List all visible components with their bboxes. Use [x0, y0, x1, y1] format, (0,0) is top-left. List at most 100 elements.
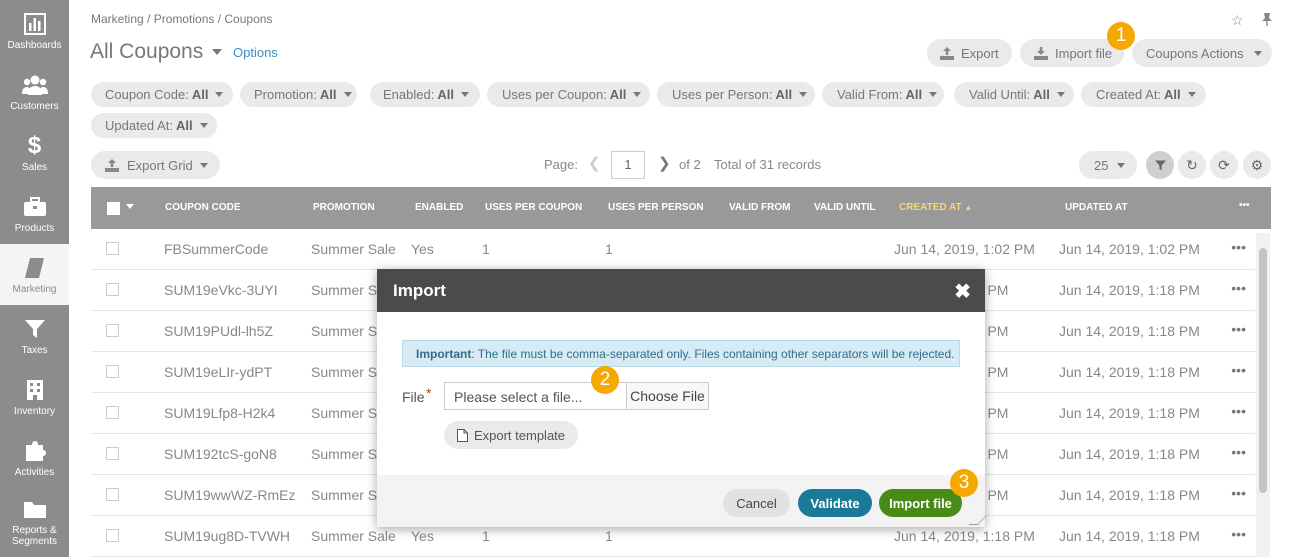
cell-promotion: Summer Sa	[311, 446, 385, 462]
settings-gear-icon[interactable]: ⚙	[1243, 151, 1271, 179]
sidebar-item-label: Sales	[21, 162, 47, 173]
validate-button[interactable]: Validate	[798, 489, 872, 517]
filter-coupon-code[interactable]: Coupon Code: All	[91, 82, 233, 107]
row-actions-icon[interactable]: •••	[1231, 239, 1246, 255]
filter-promotion[interactable]: Promotion: All	[240, 82, 357, 107]
page-label: Page:	[544, 157, 578, 172]
bar-chart-icon	[0, 12, 69, 36]
row-checkbox[interactable]	[106, 283, 119, 296]
export-grid-button[interactable]: Export Grid	[91, 151, 220, 179]
row-checkbox[interactable]	[106, 529, 119, 542]
cell-uses-per-person: 1	[605, 528, 613, 544]
sidebar-item-label: Marketing	[12, 284, 57, 295]
export-template-button[interactable]: Export template	[444, 421, 578, 449]
select-all-checkbox[interactable]	[107, 202, 120, 215]
import-file-button[interactable]: Import file	[879, 489, 962, 517]
sidebar-item-dashboards[interactable]: Dashboards	[0, 0, 69, 61]
column-header-uses-per-person[interactable]: USES PER PERSON	[608, 202, 704, 213]
filter-valid-until[interactable]: Valid Until: All	[954, 82, 1074, 107]
column-header-valid-from[interactable]: VALID FROM	[729, 202, 790, 213]
filter-valid-from[interactable]: Valid From: All	[822, 82, 944, 107]
filter-icon	[0, 317, 69, 341]
file-label: File	[402, 389, 425, 405]
chevron-down-icon	[799, 92, 808, 97]
sidebar-item-taxes[interactable]: Taxes	[0, 305, 69, 366]
column-header-updated-at[interactable]: UPDATED AT	[1065, 202, 1128, 213]
import-dialog: Import ✖ Important: The file must be com…	[377, 269, 987, 527]
per-page-select[interactable]: 25	[1079, 151, 1137, 179]
column-header-created-at[interactable]: CREATED AT ▲	[899, 202, 972, 213]
sidebar-item-reports[interactable]: Reports & Segments	[0, 488, 69, 549]
filter-uses-per-person[interactable]: Uses per Person: All	[657, 82, 815, 107]
row-checkbox[interactable]	[106, 488, 119, 501]
cell-promotion: Summer Sa	[311, 282, 385, 298]
row-actions-icon[interactable]: •••	[1231, 403, 1246, 419]
row-actions-icon[interactable]: •••	[1231, 362, 1246, 378]
coupons-actions-dropdown[interactable]: Coupons Actions	[1132, 39, 1272, 67]
upload-icon	[940, 46, 954, 60]
sidebar-item-label: Customers	[10, 101, 59, 112]
filter-updated-at[interactable]: Updated At: All	[91, 113, 217, 138]
building-icon	[0, 378, 69, 402]
column-header-uses-per-coupon[interactable]: USES PER COUPON	[485, 202, 582, 213]
cell-updated-at: Jun 14, 2019, 1:18 PM	[1059, 528, 1200, 544]
pin-icon[interactable]	[1261, 12, 1273, 29]
dollar-icon: $	[27, 132, 42, 159]
choose-file-button[interactable]: Choose File	[626, 382, 709, 410]
page-count: of 2	[679, 157, 701, 172]
star-icon[interactable]: ☆	[1231, 12, 1244, 29]
row-actions-icon[interactable]: •••	[1231, 526, 1246, 542]
column-header-valid-until[interactable]: VALID UNTIL	[814, 202, 875, 213]
filter-enabled[interactable]: Enabled: All	[370, 82, 480, 107]
row-actions-icon[interactable]: •••	[1231, 321, 1246, 337]
cancel-button[interactable]: Cancel	[723, 489, 790, 517]
sidebar-item-label: Reports & Segments	[11, 525, 58, 547]
column-header-promotion[interactable]: PROMOTION	[313, 202, 375, 213]
row-checkbox[interactable]	[106, 242, 119, 255]
export-button[interactable]: Export	[927, 39, 1012, 67]
cell-coupon-code: FBSummerCode	[164, 241, 269, 257]
refresh-icon[interactable]: ⟳	[1210, 151, 1238, 179]
cell-created-at: Jun 14, 2019, 1:02 PM	[894, 241, 1035, 257]
row-actions-icon[interactable]: •••	[1231, 444, 1246, 460]
prev-page-icon[interactable]: ❮	[588, 154, 601, 172]
required-mark: *	[426, 385, 432, 401]
sidebar-item-products[interactable]: Products	[0, 183, 69, 244]
options-link[interactable]: Options	[233, 45, 278, 60]
dialog-title: Import	[393, 281, 446, 300]
cell-updated-at: Jun 14, 2019, 1:18 PM	[1059, 282, 1200, 298]
chevron-down-icon[interactable]	[212, 49, 222, 55]
chevron-down-icon	[1056, 92, 1065, 97]
sidebar-item-customers[interactable]: Customers	[0, 61, 69, 122]
table-row[interactable]: FBSummerCode Summer Sale Yes 1 1 Jun 14,…	[91, 229, 1255, 270]
filter-toggle-icon[interactable]	[1146, 151, 1174, 179]
column-header-enabled[interactable]: ENABLED	[415, 202, 463, 213]
row-checkbox[interactable]	[106, 365, 119, 378]
column-menu-icon[interactable]: •••	[1239, 200, 1250, 211]
chevron-down-icon[interactable]	[126, 204, 134, 209]
sidebar-item-marketing[interactable]: Marketing	[0, 244, 69, 305]
breadcrumb[interactable]: Marketing / Promotions / Coupons	[91, 12, 272, 26]
filter-uses-per-coupon[interactable]: Uses per Coupon: All	[487, 82, 650, 107]
cell-enabled: Yes	[411, 528, 434, 544]
sidebar-item-sales[interactable]: $ Sales	[0, 122, 69, 183]
row-checkbox[interactable]	[106, 447, 119, 460]
close-icon[interactable]: ✖	[954, 279, 971, 304]
row-actions-icon[interactable]: •••	[1231, 485, 1246, 501]
column-header-coupon-code[interactable]: COUPON CODE	[165, 202, 241, 213]
row-actions-icon[interactable]: •••	[1231, 280, 1246, 296]
row-checkbox[interactable]	[106, 406, 119, 419]
cell-updated-at: Jun 14, 2019, 1:18 PM	[1059, 487, 1200, 503]
filter-created-at[interactable]: Created At: All	[1081, 82, 1206, 107]
reload-icon[interactable]: ↻	[1178, 151, 1206, 179]
cell-coupon-code: SUM19eLIr-ydPT	[164, 364, 273, 380]
row-checkbox[interactable]	[106, 324, 119, 337]
page-title[interactable]: All Coupons	[90, 40, 203, 64]
resize-handle-icon[interactable]	[968, 516, 987, 525]
page-input[interactable]: 1	[611, 151, 645, 179]
next-page-icon[interactable]: ❯	[658, 154, 671, 172]
sidebar-item-inventory[interactable]: Inventory	[0, 366, 69, 427]
scrollbar-thumb[interactable]	[1259, 248, 1267, 493]
cell-updated-at: Jun 14, 2019, 1:18 PM	[1059, 446, 1200, 462]
sidebar-item-activities[interactable]: Activities	[0, 427, 69, 488]
